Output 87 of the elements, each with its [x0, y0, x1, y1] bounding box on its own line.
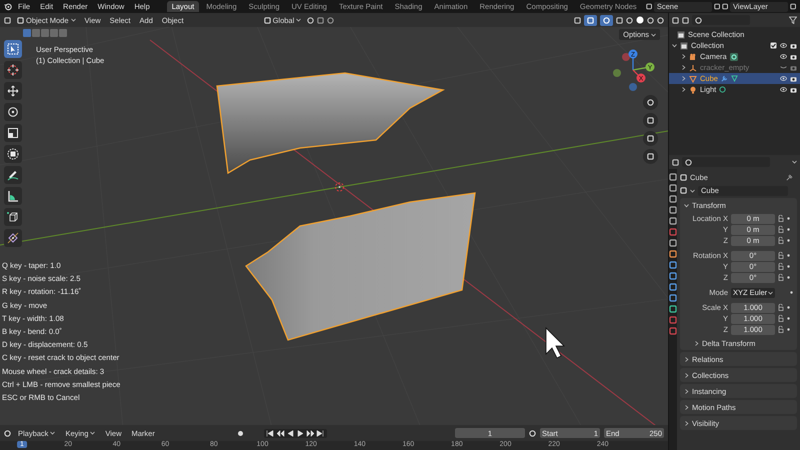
3d-cursor-icon: [335, 182, 344, 192]
pencil-icon: [7, 169, 19, 181]
record-icon[interactable]: [237, 430, 244, 436]
rotate-icon: [7, 106, 19, 118]
caret-icon: [651, 32, 656, 36]
keyframe-dot-icon[interactable]: [790, 291, 793, 294]
tool-button[interactable]: [4, 82, 22, 100]
select-box-icon: [7, 43, 19, 55]
jump-start-icon[interactable]: [266, 428, 275, 438]
pin-icon[interactable]: [786, 174, 793, 181]
lock-icon[interactable]: [778, 226, 784, 233]
chevron-icon: [694, 340, 699, 346]
tool-button[interactable]: [4, 187, 22, 205]
lock-icon[interactable]: [778, 215, 784, 222]
chevron-icon: [684, 420, 689, 426]
collection-box-icon: [677, 30, 685, 38]
keyframe-dot-icon[interactable]: [787, 276, 790, 279]
closed-eye-icon[interactable]: [780, 65, 787, 70]
wrench-icon[interactable]: [720, 75, 728, 82]
caret-icon: [90, 431, 96, 435]
caret-icon: [768, 290, 773, 294]
eye-icon[interactable]: [780, 76, 787, 81]
tool-button[interactable]: [4, 166, 22, 184]
search-field[interactable]: [692, 15, 750, 25]
caret-icon: [70, 18, 76, 22]
chevron-icon: [684, 356, 689, 362]
cursor-icon: [7, 64, 19, 76]
tool-button[interactable]: [4, 40, 22, 58]
eye-icon[interactable]: [780, 87, 787, 92]
keyframe-dot-icon[interactable]: [787, 239, 790, 242]
chevron-icon: [684, 404, 689, 410]
play-reverse-icon[interactable]: [286, 428, 295, 438]
blender-logo-icon[interactable]: [4, 2, 12, 11]
lock-icon[interactable]: [778, 237, 784, 244]
pan-button[interactable]: [643, 113, 658, 128]
keyframe-dot-icon[interactable]: [787, 328, 790, 331]
camera-view-button[interactable]: [643, 131, 658, 146]
keyframe-dot-icon[interactable]: [787, 254, 790, 257]
eye-icon[interactable]: [780, 43, 787, 48]
scale-icon: [7, 127, 19, 139]
add-cube-icon: [7, 211, 19, 223]
caret-icon: [50, 431, 56, 435]
keyframe-dot-icon[interactable]: [787, 306, 790, 309]
chevron-icon: [684, 372, 689, 378]
keyframe-dot-icon[interactable]: [787, 228, 790, 231]
solid-shading-icon[interactable]: [636, 16, 644, 24]
light-bulb-icon: [689, 86, 697, 94]
lock-icon[interactable]: [778, 315, 784, 322]
lock-icon[interactable]: [778, 304, 784, 311]
search-field[interactable]: [682, 157, 770, 167]
transform-icon: [7, 148, 19, 160]
lock-icon[interactable]: [778, 263, 784, 270]
lock-icon[interactable]: [778, 326, 784, 333]
move-icon: [7, 85, 19, 97]
gizmo-toggle[interactable]: [584, 14, 597, 26]
jump-end-icon[interactable]: [316, 428, 325, 438]
lock-icon[interactable]: [778, 252, 784, 259]
triangle-mesh-icon: [689, 74, 697, 82]
lock-icon[interactable]: [778, 274, 784, 281]
tool-button[interactable]: [4, 145, 22, 163]
overlay-toggle[interactable]: [600, 14, 613, 26]
caret-icon: [690, 188, 695, 192]
eye-icon[interactable]: [780, 54, 787, 59]
caret-icon: [792, 160, 797, 164]
grid-view-button[interactable]: [643, 149, 658, 164]
tool-button[interactable]: [4, 124, 22, 142]
zoom-button[interactable]: [643, 95, 658, 110]
tool-button[interactable]: [4, 103, 22, 121]
keyframe-dot-icon[interactable]: [787, 265, 790, 268]
tool-button[interactable]: [4, 208, 22, 226]
tool-button[interactable]: [4, 61, 22, 79]
keyframe-dot-icon[interactable]: [787, 217, 790, 220]
chevron-icon: [684, 202, 689, 208]
chevron-icon: [684, 388, 689, 394]
next-keyframe-icon[interactable]: [306, 428, 315, 438]
keyframe-dot-icon[interactable]: [787, 317, 790, 320]
diamond-knife-icon: [7, 232, 19, 244]
collection-box-icon: [680, 42, 688, 50]
checkbox[interactable]: [770, 42, 777, 49]
play-icon[interactable]: [296, 428, 305, 438]
mouse-pointer-icon: [546, 327, 565, 359]
filter-icon[interactable]: [789, 16, 797, 24]
tool-button[interactable]: [4, 229, 22, 247]
caret-icon: [296, 18, 302, 22]
mesh-data-icon[interactable]: [730, 75, 738, 82]
previous-keyframe-icon[interactable]: [276, 428, 285, 438]
ruler-icon: [7, 190, 19, 202]
